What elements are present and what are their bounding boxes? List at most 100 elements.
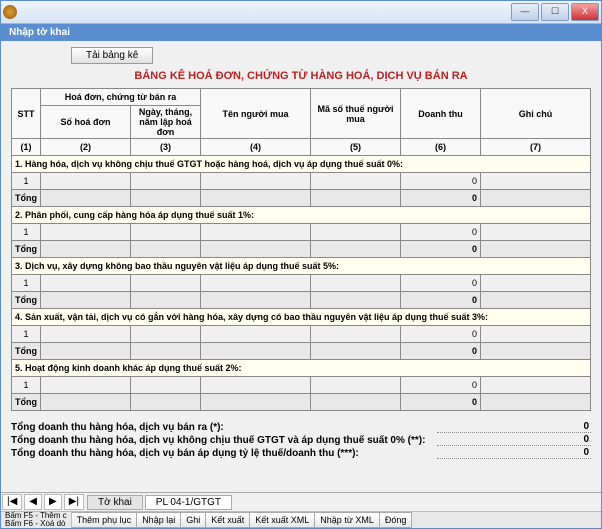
th-buyer: Tên người mua [201, 89, 311, 139]
cell-taxcode[interactable] [311, 173, 401, 190]
cell-invoice-no[interactable] [41, 224, 131, 241]
section-title: 1. Hàng hóa, dịch vụ không chịu thuế GTG… [12, 156, 591, 173]
app-icon [3, 5, 17, 19]
cell-invoice-date[interactable] [131, 275, 201, 292]
summary-value: 0 [437, 447, 591, 459]
cell-taxcode[interactable] [311, 326, 401, 343]
cell-invoice-date[interactable] [131, 173, 201, 190]
cell-taxcode[interactable] [311, 377, 401, 394]
th-invoice-no: Số hoá đơn [41, 106, 131, 139]
statusbar: Bấm F5 - Thêm c Bấm F6 - Xoá dò Thêm phụ… [1, 511, 601, 528]
hints: Bấm F5 - Thêm c Bấm F6 - Xoá dò [1, 512, 72, 528]
cell-revenue[interactable]: 0 [401, 377, 481, 394]
cell-buyer[interactable] [201, 377, 311, 394]
nav-next[interactable]: ▶ [44, 494, 62, 510]
th-c7: (7) [481, 139, 591, 156]
content-area: Tải bảng kê BẢNG KÊ HOÁ ĐƠN, CHỨNG TỪ HÀ… [1, 41, 601, 495]
th-stt: STT [12, 89, 41, 139]
cell-note[interactable] [481, 275, 591, 292]
btn-dong[interactable]: Đóng [380, 512, 413, 528]
footer-nav: |◀ ◀ ▶ ▶| Tờ khai PL 04-1/GTGT [1, 492, 601, 512]
sum-revenue: 0 [401, 343, 481, 360]
cell-buyer[interactable] [201, 224, 311, 241]
cell-invoice-no[interactable] [41, 377, 131, 394]
th-c3: (3) [131, 139, 201, 156]
nav-last[interactable]: ▶| [64, 494, 84, 510]
row-stt[interactable]: 1 [12, 173, 41, 190]
section-title: 5. Hoạt động kinh doanh khác áp dụng thu… [12, 360, 591, 377]
section-title: 3. Dịch vụ, xây dựng không bao thầu nguy… [12, 258, 591, 275]
sum-revenue: 0 [401, 241, 481, 258]
cell-invoice-no[interactable] [41, 173, 131, 190]
th-c4: (4) [201, 139, 311, 156]
invoice-table: STT Hoá đơn, chứng từ bán ra Tên người m… [11, 88, 591, 411]
section-title: 4. Sản xuất, vận tải, dịch vụ có gắn với… [12, 309, 591, 326]
sum-label: Tổng [12, 292, 41, 309]
btn-ketxuat[interactable]: Kết xuất [206, 512, 250, 528]
close-button[interactable]: X [571, 3, 599, 21]
titlebar: — ☐ X [1, 1, 601, 24]
btn-them-phuluc[interactable]: Thêm phụ lục [72, 512, 138, 528]
th-invoice-group: Hoá đơn, chứng từ bán ra [41, 89, 201, 106]
nav-prev[interactable]: ◀ [24, 494, 42, 510]
cell-invoice-no[interactable] [41, 275, 131, 292]
app-window: — ☐ X Nhập tờ khai Tải bảng kê BẢNG KÊ H… [0, 0, 602, 529]
row-stt[interactable]: 1 [12, 275, 41, 292]
btn-nhap-xml[interactable]: Nhập từ XML [315, 512, 380, 528]
th-revenue: Doanh thu [401, 89, 481, 139]
cell-invoice-no[interactable] [41, 326, 131, 343]
cell-note[interactable] [481, 377, 591, 394]
btn-nhaplai[interactable]: Nhập lại [137, 512, 181, 528]
sum-revenue: 0 [401, 292, 481, 309]
summary-label: Tổng doanh thu hàng hóa, dịch vụ không c… [11, 435, 437, 446]
nav-first[interactable]: |◀ [2, 494, 22, 510]
section-title: 2. Phân phối, cung cấp hàng hóa áp dụng … [12, 207, 591, 224]
minimize-button[interactable]: — [511, 3, 539, 21]
cell-buyer[interactable] [201, 326, 311, 343]
th-c5: (5) [311, 139, 401, 156]
sum-label: Tổng [12, 190, 41, 207]
cell-note[interactable] [481, 173, 591, 190]
tab-tokhai[interactable]: Tờ khai [87, 495, 143, 510]
cell-invoice-date[interactable] [131, 377, 201, 394]
summary-value: 0 [437, 421, 591, 433]
row-stt[interactable]: 1 [12, 377, 41, 394]
cell-revenue[interactable]: 0 [401, 275, 481, 292]
hint-f6: Bấm F6 - Xoá dò [5, 520, 67, 528]
cell-taxcode[interactable] [311, 224, 401, 241]
maximize-button[interactable]: ☐ [541, 3, 569, 21]
th-taxcode: Mã số thuế người mua [311, 89, 401, 139]
cell-invoice-date[interactable] [131, 326, 201, 343]
th-invoice-date: Ngày, tháng, năm lập hoá đơn [131, 106, 201, 139]
cell-revenue[interactable]: 0 [401, 224, 481, 241]
btn-ketxuat-xml[interactable]: Kết xuất XML [250, 512, 315, 528]
sum-label: Tổng [12, 241, 41, 258]
tab-pl[interactable]: PL 04-1/GTGT [145, 495, 232, 510]
summary-label: Tổng doanh thu hàng hóa, dịch vụ bán áp … [11, 448, 437, 459]
summary-area: Tổng doanh thu hàng hóa, dịch vụ bán ra … [11, 421, 591, 459]
cell-buyer[interactable] [201, 173, 311, 190]
row-stt[interactable]: 1 [12, 224, 41, 241]
sum-label: Tổng [12, 394, 41, 411]
row-stt[interactable]: 1 [12, 326, 41, 343]
tab-header: Nhập tờ khai [1, 24, 601, 41]
th-c2: (2) [41, 139, 131, 156]
cell-note[interactable] [481, 326, 591, 343]
form-title: BẢNG KÊ HOÁ ĐƠN, CHỨNG TỪ HÀNG HOÁ, DỊCH… [11, 70, 591, 82]
summary-label: Tổng doanh thu hàng hóa, dịch vụ bán ra … [11, 422, 437, 433]
th-c1: (1) [12, 139, 41, 156]
cell-revenue[interactable]: 0 [401, 326, 481, 343]
cell-buyer[interactable] [201, 275, 311, 292]
cell-invoice-date[interactable] [131, 224, 201, 241]
sum-revenue: 0 [401, 190, 481, 207]
cell-note[interactable] [481, 224, 591, 241]
cell-taxcode[interactable] [311, 275, 401, 292]
cell-revenue[interactable]: 0 [401, 173, 481, 190]
load-table-button[interactable]: Tải bảng kê [71, 47, 153, 64]
sum-label: Tổng [12, 343, 41, 360]
btn-ghi[interactable]: Ghi [181, 512, 206, 528]
th-note: Ghi chú [481, 89, 591, 139]
summary-value: 0 [437, 434, 591, 446]
sum-revenue: 0 [401, 394, 481, 411]
th-c6: (6) [401, 139, 481, 156]
